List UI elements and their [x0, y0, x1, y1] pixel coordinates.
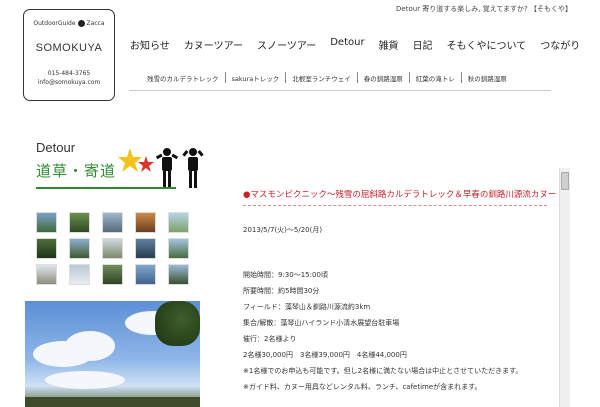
nav-diary[interactable]: 日記	[413, 37, 433, 52]
nav-detour[interactable]: Detour	[330, 37, 364, 52]
article-title-rule	[243, 205, 547, 206]
nav-about[interactable]: そもくやについて	[447, 37, 527, 52]
subnav-sakura-trek[interactable]: sakuraトレック	[229, 73, 283, 83]
hiker-right-icon	[182, 148, 204, 188]
logo-brand-left: OutdoorGuide	[33, 20, 76, 27]
logo-email: info@somokuya.com	[37, 79, 101, 86]
sub-nav: 残雪のカルデラトレック sakuraトレック 北根室ランチウェイ 春の釧路湿原 …	[144, 72, 510, 83]
detail-duration: 所要時間：約5時間30分	[243, 287, 320, 295]
subnav-divider	[285, 72, 287, 83]
gallery-thumbnail[interactable]	[69, 264, 90, 285]
site-tagline: Detour 寄り道する楽しみ, 覚えてますか? 【そもくや】	[396, 5, 572, 13]
gallery-thumbnail[interactable]	[69, 238, 90, 259]
gallery-thumbnail[interactable]	[36, 212, 57, 233]
nav-news[interactable]: お知らせ	[130, 37, 170, 52]
gallery-thumbnail[interactable]	[102, 212, 123, 233]
nav-canoe-tour[interactable]: カヌーツアー	[184, 37, 243, 52]
detail-field: フィールド：藻琴山＆釧路川源流約3km	[243, 303, 371, 311]
horizon	[25, 397, 200, 407]
tree-foliage	[155, 301, 200, 346]
header-divider	[129, 90, 551, 91]
main-nav: お知らせ カヌーツアー スノーツアー Detour 雑貨 日記 そもくやについて…	[130, 37, 594, 52]
gallery-thumbnail[interactable]	[102, 264, 123, 285]
banner-title: Detour	[36, 140, 76, 155]
subnav-divider	[460, 72, 462, 83]
banner-subtitle: 道草・寄道	[36, 162, 117, 180]
detail-note-included: ※ガイド料、カヌー用具などレンタル料、ランチ、cafetimeが含まれます。	[243, 383, 482, 391]
site-logo[interactable]: OutdoorGuide Zacca SOMOKUYA 015-484-3765…	[23, 9, 115, 101]
subnav-divider	[408, 72, 410, 83]
detail-minimum: 催行：2名様より	[243, 335, 297, 343]
detour-banner: Detour 道草・寄道	[36, 140, 216, 195]
detail-note-single: ※1名様でのお申込も可能です。但し2名様に満たない場合は中止とさせていただきます…	[243, 367, 523, 375]
nav-snow-tour[interactable]: スノーツアー	[257, 37, 316, 52]
subnav-autumn-marsh[interactable]: 秋の釧路湿原	[465, 73, 510, 83]
gallery-thumbnail[interactable]	[168, 212, 189, 233]
scrollbar-thumb[interactable]	[561, 172, 569, 190]
subnav-caldera-trek[interactable]: 残雪のカルデラトレック	[144, 73, 222, 83]
gallery-thumbnail[interactable]	[102, 238, 123, 259]
star-red-icon	[138, 156, 154, 172]
logo-name: SOMOKUYA	[35, 42, 103, 54]
banner-underline	[36, 187, 176, 189]
subnav-spring-marsh[interactable]: 春の釧路湿原	[361, 73, 406, 83]
gallery-thumbnail[interactable]	[135, 212, 156, 233]
detail-meeting-point: 集合/解散：藻琴山ハイランド小清水展望台駐車場	[243, 319, 400, 327]
subnav-lunch-way[interactable]: 北根室ランチウェイ	[289, 73, 354, 83]
subnav-divider	[224, 72, 226, 83]
logo-brand-right: Zacca	[86, 20, 105, 27]
thumbnail-gallery	[36, 212, 196, 285]
article-scrollbar[interactable]	[559, 168, 570, 407]
article-title[interactable]: ●マスモンピクニック～残雪の屈斜路カルデラトレック＆早春の釧路川源流カヌー	[243, 188, 556, 200]
gallery-thumbnail[interactable]	[168, 264, 189, 285]
hiker-left-icon	[155, 148, 179, 188]
detail-price: 2名様30,000円 3名様39,000円 4名様44,000円	[243, 351, 407, 359]
article-date: 2013/5/7(火)～5/20(月)	[243, 226, 323, 234]
gallery-thumbnail[interactable]	[36, 264, 57, 285]
subnav-autumn-falls[interactable]: 紅葉の滝トレ	[413, 73, 458, 83]
gallery-thumbnail[interactable]	[36, 238, 57, 259]
star-yellow-icon	[118, 148, 142, 172]
subnav-divider	[356, 72, 358, 83]
gallery-thumbnail[interactable]	[135, 264, 156, 285]
detail-start-time: 開始時間：9:30～15:00頃	[243, 271, 328, 279]
logo-mark-icon	[77, 20, 85, 27]
gallery-thumbnail[interactable]	[69, 212, 90, 233]
gallery-thumbnail[interactable]	[135, 238, 156, 259]
nav-links[interactable]: つながり	[540, 37, 580, 52]
gallery-thumbnail[interactable]	[168, 238, 189, 259]
nav-goods[interactable]: 雑貨	[379, 37, 399, 52]
logo-brand-line: OutdoorGuide Zacca	[24, 20, 114, 27]
tour-photo	[25, 301, 200, 407]
logo-phone: 015-484-3765	[47, 70, 91, 77]
